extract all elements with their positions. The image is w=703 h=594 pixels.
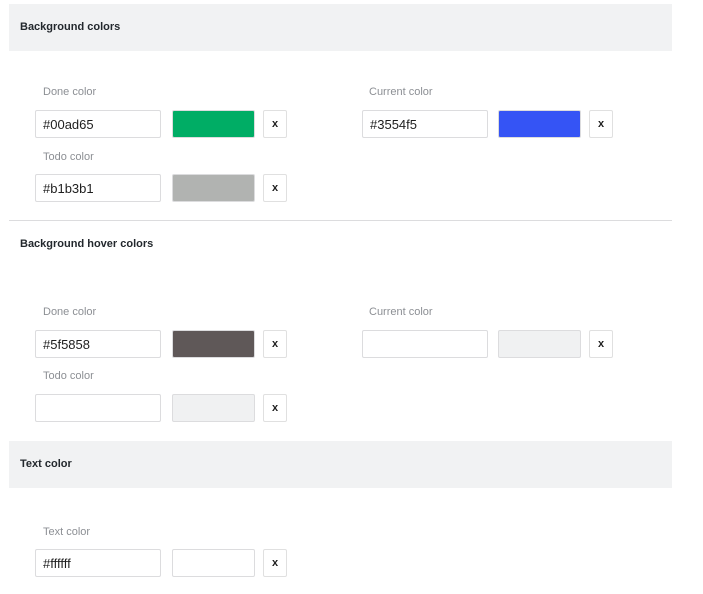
hover-todo-clear-button[interactable]: x bbox=[263, 394, 287, 422]
section-header-text-color: Text color bbox=[9, 441, 672, 488]
text-color-input[interactable] bbox=[35, 549, 161, 577]
background-todo-color-swatch[interactable] bbox=[172, 174, 255, 202]
hover-done-color-input[interactable] bbox=[35, 330, 161, 358]
text-color-swatch[interactable] bbox=[172, 549, 255, 577]
hover-current-color-input[interactable] bbox=[362, 330, 488, 358]
background-current-clear-button[interactable]: x bbox=[589, 110, 613, 138]
text-color-clear-button[interactable]: x bbox=[263, 549, 287, 577]
background-todo-clear-button[interactable]: x bbox=[263, 174, 287, 202]
todo-color-label: Todo color bbox=[43, 151, 94, 163]
hover-done-color-swatch[interactable] bbox=[172, 330, 255, 358]
background-current-color-swatch[interactable] bbox=[498, 110, 581, 138]
done-color-label: Done color bbox=[43, 86, 97, 98]
background-current-color-input[interactable] bbox=[362, 110, 488, 138]
hover-todo-color-input[interactable] bbox=[35, 394, 161, 422]
background-done-color-swatch[interactable] bbox=[172, 110, 255, 138]
done-color-label: Done color bbox=[43, 306, 97, 318]
todo-color-label: Todo color bbox=[43, 370, 94, 382]
hover-todo-color-swatch[interactable] bbox=[172, 394, 255, 422]
hover-current-clear-button[interactable]: x bbox=[589, 330, 613, 358]
section-header-background-colors: Background colors bbox=[9, 4, 672, 51]
text-color-label: Text color bbox=[43, 526, 91, 538]
hover-current-color-swatch[interactable] bbox=[498, 330, 581, 358]
current-color-label: Current color bbox=[369, 306, 433, 318]
background-done-clear-button[interactable]: x bbox=[263, 110, 287, 138]
background-done-color-input[interactable] bbox=[35, 110, 161, 138]
background-todo-color-input[interactable] bbox=[35, 174, 161, 202]
current-color-label: Current color bbox=[369, 86, 433, 98]
hover-done-clear-button[interactable]: x bbox=[263, 330, 287, 358]
section-header-background-hover-colors: Background hover colors bbox=[9, 220, 672, 267]
